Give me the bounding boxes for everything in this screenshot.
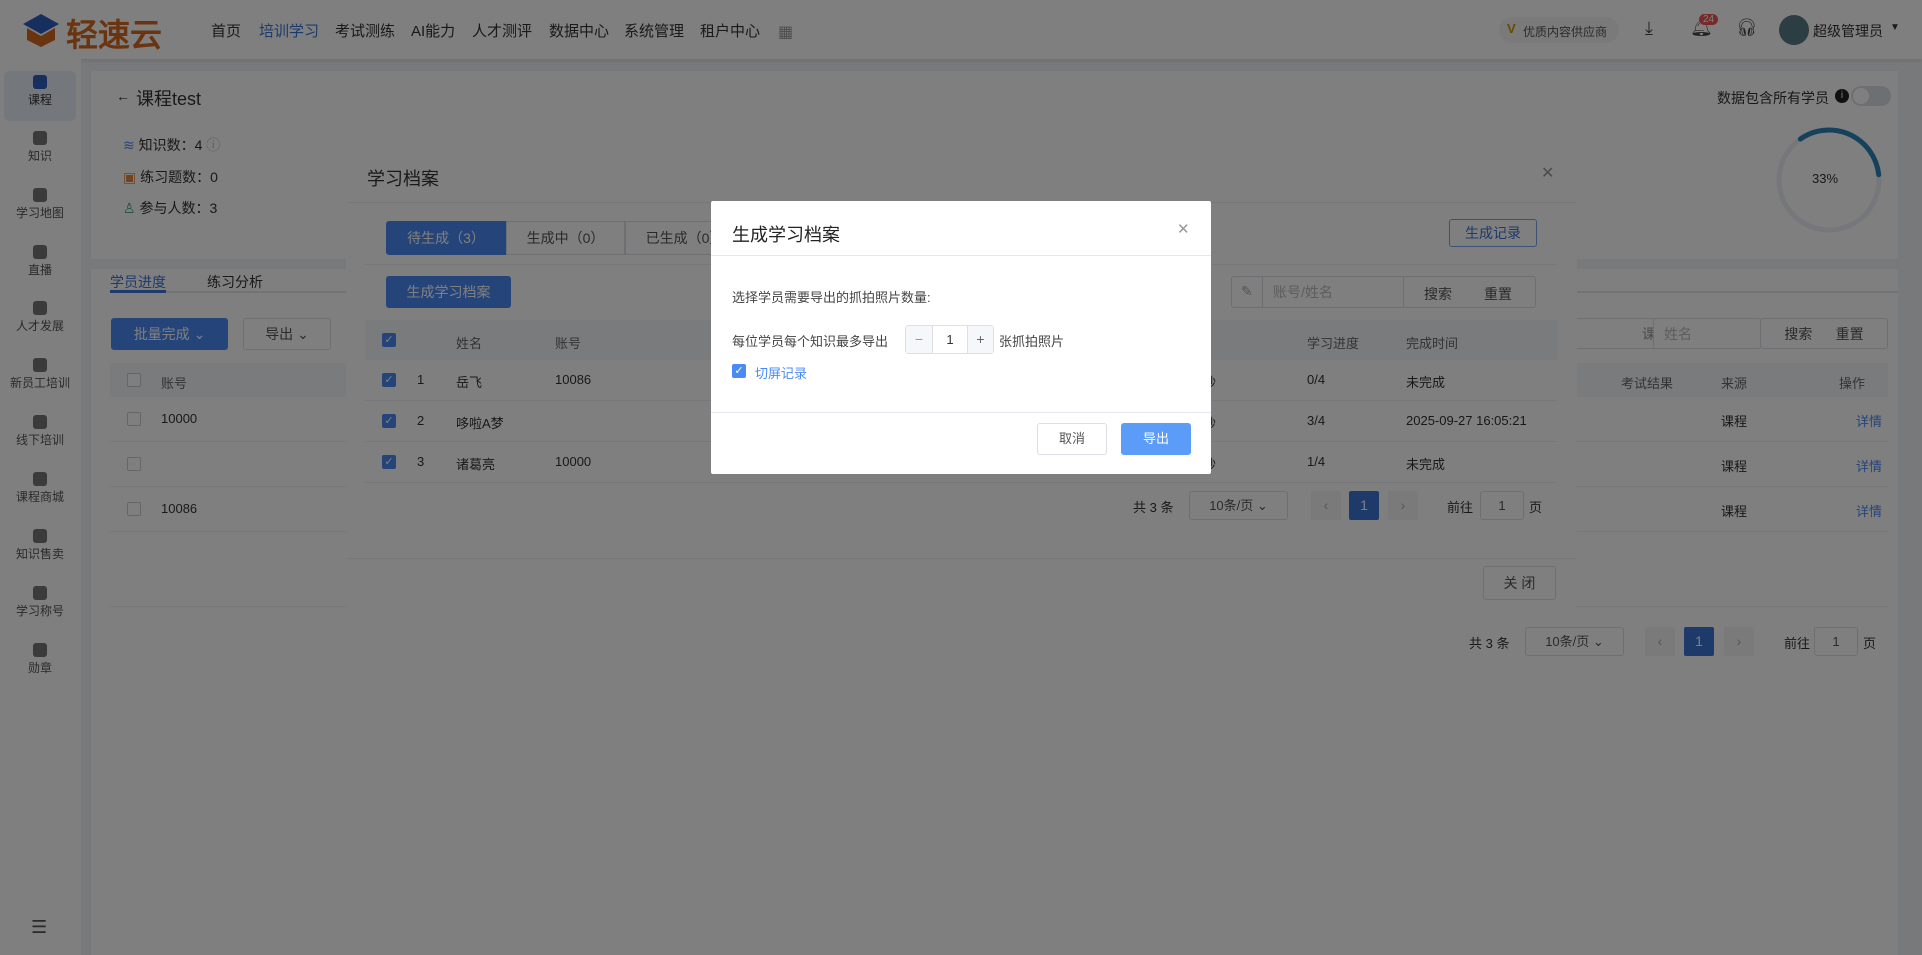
dialog-prompt: 选择学员需要导出的抓拍照片数量: <box>732 290 931 305</box>
screen-switch-checkbox[interactable]: ✓ <box>732 364 746 378</box>
limit-label: 每位学员每个知识最多导出 <box>732 334 889 349</box>
modal-overlay <box>0 0 1922 955</box>
cancel-button[interactable]: 取消 <box>1037 423 1107 455</box>
dialog-title: 生成学习档案 <box>732 225 840 245</box>
close-icon[interactable]: ✕ <box>1177 220 1190 238</box>
photo-count-stepper: − 1 + <box>905 325 994 354</box>
divider <box>711 255 1211 256</box>
confirm-export-button[interactable]: 导出 <box>1121 423 1191 455</box>
generate-archive-dialog: 生成学习档案 ✕ 选择学员需要导出的抓拍照片数量: 每位学员每个知识最多导出 −… <box>711 201 1211 474</box>
divider <box>711 412 1211 413</box>
photo-count-input[interactable]: 1 <box>933 326 967 353</box>
screen-switch-label[interactable]: 切屏记录 <box>755 363 807 382</box>
decrement-button[interactable]: − <box>906 326 933 353</box>
photo-unit-label: 张抓拍照片 <box>999 334 1065 349</box>
increment-button[interactable]: + <box>967 326 993 353</box>
